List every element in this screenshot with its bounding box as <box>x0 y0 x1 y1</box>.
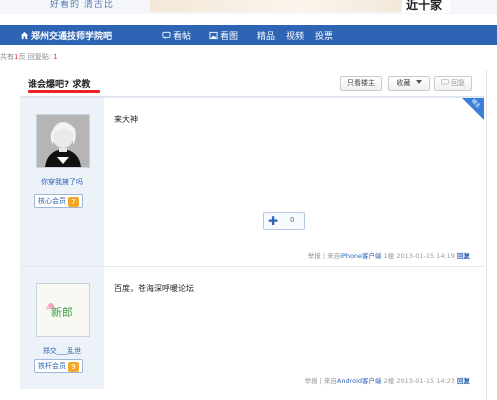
member-rank-badge[interactable]: 核心会员 7 <box>34 194 83 208</box>
banner-links[interactable]: 好看的 清古比 <box>50 0 114 10</box>
meta-replies-value: 1 <box>53 53 58 61</box>
thread-title-bar: 谁会爆吧? 求教 只看楼主 收藏 回复 <box>20 70 484 97</box>
chat-bubble-icon <box>162 31 171 40</box>
avatar-image <box>37 115 89 167</box>
post-floor-2: 新郎 郑交___乱世 铁杆会员 9 百度，苍海深呼暖论坛 举报 | 来自Andro… <box>20 266 484 389</box>
post-content: 百度，苍海深呼暖论坛 <box>114 284 194 293</box>
footer-from-prefix: 来自 <box>323 377 337 385</box>
post-floor-1: 你穿我擁了吗 核心会员 7 来大神 ✚ 0 举报 | 来自iPhone客户端 1楼… <box>20 97 484 266</box>
post-username[interactable]: 郑交___乱世 <box>20 346 104 356</box>
plus-one-button[interactable]: ✚ 0 <box>263 212 305 230</box>
post-footer: 举报 | 来自iPhone客户端 1楼 2013-01-15 14:19 回复 <box>308 250 470 260</box>
promo-text: 近十家 <box>402 0 450 13</box>
plus-icon: ✚ <box>268 214 279 228</box>
tab-jingpin[interactable]: 精品 <box>257 29 275 42</box>
floor-number: 2楼 <box>383 377 395 385</box>
tab-kantie[interactable]: 看帖 <box>162 29 191 42</box>
reply-bubble-icon <box>440 79 449 86</box>
report-link[interactable]: 举报 <box>305 377 318 385</box>
level-badge: 9 <box>68 362 79 372</box>
favorite-button[interactable]: 收藏 <box>388 76 430 91</box>
tab-toupiao[interactable]: 投票 <box>315 29 333 42</box>
home-icon <box>20 31 29 40</box>
avatar[interactable] <box>36 114 90 168</box>
image-icon <box>209 31 218 40</box>
favorite-label: 收藏 <box>396 79 411 87</box>
tab-shipin[interactable]: 视频 <box>286 29 304 42</box>
right-sidebar-edge <box>486 70 497 400</box>
plus-count: 0 <box>290 216 295 224</box>
level-badge: 7 <box>68 197 79 207</box>
avatar-text: 新郎 <box>51 306 73 319</box>
thread-title: 谁会爆吧? 求教 <box>28 80 91 90</box>
post-time: 2013-01-15 14:19 <box>396 252 455 260</box>
post-reply-link[interactable]: 回复 <box>457 377 470 385</box>
avatar[interactable]: 新郎 <box>36 283 90 337</box>
tab-kantie-label: 看帖 <box>173 32 192 42</box>
forum-navbar: 郑州交通技师学院吧 看帖 看图 精品 视频 投票 <box>0 25 497 45</box>
member-rank-label: 核心会员 <box>38 197 66 205</box>
client-link[interactable]: Android客户端 <box>337 377 382 385</box>
report-link[interactable]: 举报 <box>308 252 321 260</box>
forum-home-link[interactable]: 郑州交通技师学院吧 <box>20 29 112 42</box>
tab-kantu-label: 看图 <box>220 32 239 42</box>
footer-from-prefix: 来自 <box>327 252 341 260</box>
post-username[interactable]: 你穿我擁了吗 <box>20 177 104 187</box>
member-rank-badge[interactable]: 铁杆会员 9 <box>34 359 83 373</box>
post-time: 2013-01-15 14:23 <box>396 377 455 385</box>
thread-meta: 共有1页 回复贴: 1 <box>0 52 58 62</box>
floor-number: 1楼 <box>383 252 395 260</box>
post-user-column: 新郎 郑交___乱世 铁杆会员 9 <box>20 267 104 389</box>
reply-label: 回复 <box>451 79 466 87</box>
post-content: 来大神 <box>114 115 138 124</box>
post-reply-link[interactable]: 回复 <box>457 252 470 260</box>
title-underline <box>28 90 100 93</box>
member-rank-label: 铁杆会员 <box>38 362 66 370</box>
post-footer: 举报 | 来自Android客户端 2楼 2013-01-15 14:23 回复 <box>305 375 470 385</box>
tab-kantu[interactable]: 看图 <box>209 29 238 42</box>
reply-button[interactable]: 回复 <box>434 76 472 91</box>
top-banner: 好看的 清古比 近十家 <box>0 0 497 14</box>
client-link[interactable]: iPhone客户端 <box>340 252 381 260</box>
forum-home-label: 郑州交通技师学院吧 <box>31 32 113 42</box>
promo-banner[interactable]: 近十家 <box>150 0 450 13</box>
meta-pages-prefix: 共有 <box>0 53 14 61</box>
meta-pages-suffix: 页 回复贴: <box>18 53 54 61</box>
only-author-button[interactable]: 只看楼主 <box>340 76 382 91</box>
post-user-column: 你穿我擁了吗 核心会员 7 <box>20 98 104 266</box>
chevron-down-icon <box>415 80 422 84</box>
